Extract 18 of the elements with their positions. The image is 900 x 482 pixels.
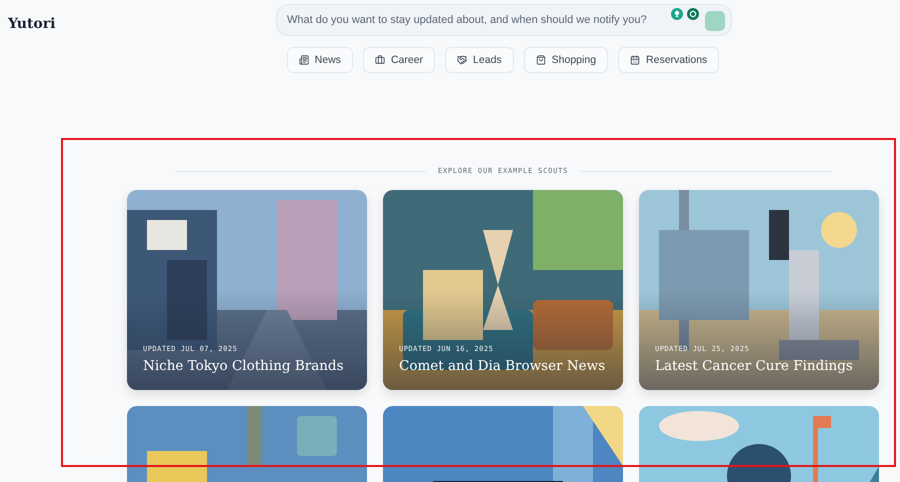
assistant-icon[interactable] — [687, 8, 699, 20]
category-chip[interactable]: Leads — [445, 47, 514, 73]
newspaper-icon — [298, 55, 309, 65]
handshake-icon — [457, 55, 468, 65]
logo[interactable]: Yutori — [8, 16, 276, 32]
lightbulb-icon[interactable] — [671, 8, 683, 20]
scout-title: Latest Cancer Cure Findings — [655, 358, 853, 374]
category-chip[interactable]: Career — [362, 47, 436, 73]
search-bar[interactable]: What do you want to stay updated about, and when should we notify you? — [276, 4, 732, 36]
calendar-icon — [630, 55, 640, 65]
category-chip[interactable]: Shopping — [524, 47, 608, 73]
bag-icon — [536, 55, 546, 65]
category-chip[interactable]: Reservations — [618, 47, 720, 73]
briefcase-icon — [374, 55, 385, 65]
category-chip[interactable]: News — [286, 47, 353, 73]
scout-title: Comet and Dia Browser News — [399, 358, 606, 374]
scout-title: Niche Tokyo Clothing Brands — [143, 358, 344, 374]
search-field[interactable]: What do you want to stay updated about, and when should we notify you? — [287, 14, 665, 26]
